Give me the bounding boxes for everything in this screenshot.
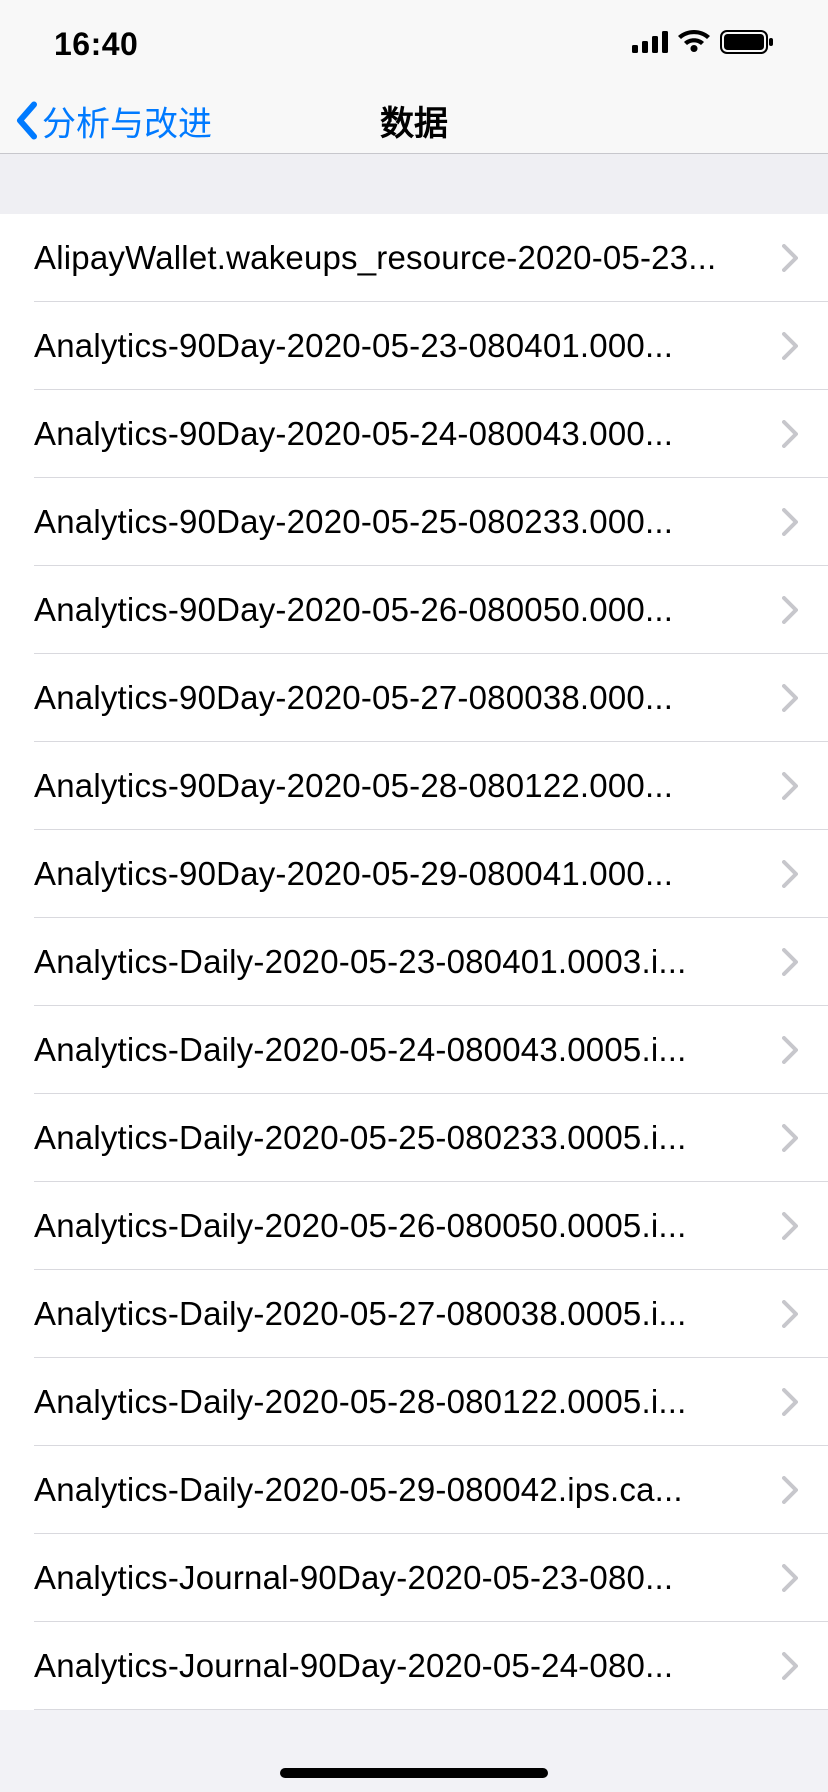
chevron-left-icon — [14, 101, 40, 141]
list-item-label: Analytics-90Day-2020-05-24-080043.000... — [34, 415, 782, 453]
list-item[interactable]: Analytics-Journal-90Day-2020-05-24-080..… — [0, 1622, 828, 1710]
list-item[interactable]: Analytics-Journal-90Day-2020-05-23-080..… — [0, 1534, 828, 1622]
data-list[interactable]: AlipayWallet.wakeups_resource-2020-05-23… — [0, 214, 828, 1710]
chevron-right-icon — [782, 332, 798, 360]
back-button[interactable]: 分析与改进 — [14, 96, 212, 145]
chevron-right-icon — [782, 772, 798, 800]
chevron-right-icon — [782, 860, 798, 888]
list-item[interactable]: Analytics-Daily-2020-05-24-080043.0005.i… — [0, 1006, 828, 1094]
list-item[interactable]: Analytics-Daily-2020-05-23-080401.0003.i… — [0, 918, 828, 1006]
list-item[interactable]: Analytics-90Day-2020-05-28-080122.000... — [0, 742, 828, 830]
list-item[interactable]: Analytics-90Day-2020-05-24-080043.000... — [0, 390, 828, 478]
wifi-icon — [678, 30, 710, 59]
list-item-label: Analytics-Journal-90Day-2020-05-24-080..… — [34, 1647, 782, 1685]
list-item-label: Analytics-Daily-2020-05-25-080233.0005.i… — [34, 1119, 782, 1157]
list-item-label: Analytics-Daily-2020-05-27-080038.0005.i… — [34, 1295, 782, 1333]
status-indicators — [632, 30, 774, 59]
chevron-right-icon — [782, 1124, 798, 1152]
list-item-label: Analytics-90Day-2020-05-23-080401.000... — [34, 327, 782, 365]
home-indicator[interactable] — [280, 1768, 548, 1778]
list-item-label: Analytics-90Day-2020-05-25-080233.000... — [34, 503, 782, 541]
chevron-right-icon — [782, 1212, 798, 1240]
list-item-label: Analytics-90Day-2020-05-29-080041.000... — [34, 855, 782, 893]
list-item-label: Analytics-90Day-2020-05-26-080050.000... — [34, 591, 782, 629]
list-item-label: Analytics-90Day-2020-05-28-080122.000... — [34, 767, 782, 805]
list-item[interactable]: Analytics-90Day-2020-05-26-080050.000... — [0, 566, 828, 654]
status-time: 16:40 — [54, 26, 138, 63]
chevron-right-icon — [782, 1564, 798, 1592]
list-item[interactable]: Analytics-Daily-2020-05-28-080122.0005.i… — [0, 1358, 828, 1446]
nav-bar: 分析与改进 数据 — [0, 88, 828, 154]
list-item-label: Analytics-Daily-2020-05-29-080042.ips.ca… — [34, 1471, 782, 1509]
list-item-label: Analytics-Daily-2020-05-24-080043.0005.i… — [34, 1031, 782, 1069]
chevron-right-icon — [782, 508, 798, 536]
list-item[interactable]: Analytics-90Day-2020-05-29-080041.000... — [0, 830, 828, 918]
chevron-right-icon — [782, 420, 798, 448]
list-item[interactable]: Analytics-Daily-2020-05-26-080050.0005.i… — [0, 1182, 828, 1270]
list-item-label: Analytics-Daily-2020-05-28-080122.0005.i… — [34, 1383, 782, 1421]
list-item[interactable]: Analytics-Daily-2020-05-25-080233.0005.i… — [0, 1094, 828, 1182]
list-item[interactable]: Analytics-Daily-2020-05-29-080042.ips.ca… — [0, 1446, 828, 1534]
list-item-label: Analytics-90Day-2020-05-27-080038.000... — [34, 679, 782, 717]
chevron-right-icon — [782, 596, 798, 624]
chevron-right-icon — [782, 684, 798, 712]
list-item-label: AlipayWallet.wakeups_resource-2020-05-23… — [34, 239, 782, 277]
list-item[interactable]: Analytics-90Day-2020-05-27-080038.000... — [0, 654, 828, 742]
chevron-right-icon — [782, 1300, 798, 1328]
status-bar: 16:40 — [0, 0, 828, 88]
list-item-label: Analytics-Daily-2020-05-26-080050.0005.i… — [34, 1207, 782, 1245]
list-item-label: Analytics-Journal-90Day-2020-05-23-080..… — [34, 1559, 782, 1597]
list-item[interactable]: Analytics-90Day-2020-05-25-080233.000... — [0, 478, 828, 566]
cellular-icon — [632, 31, 668, 58]
section-gap — [0, 154, 828, 214]
chevron-right-icon — [782, 948, 798, 976]
back-label: 分析与改进 — [42, 96, 212, 145]
battery-icon — [720, 30, 774, 59]
chevron-right-icon — [782, 1476, 798, 1504]
chevron-right-icon — [782, 244, 798, 272]
list-item[interactable]: Analytics-Daily-2020-05-27-080038.0005.i… — [0, 1270, 828, 1358]
list-item[interactable]: Analytics-90Day-2020-05-23-080401.000... — [0, 302, 828, 390]
chevron-right-icon — [782, 1036, 798, 1064]
list-item[interactable]: AlipayWallet.wakeups_resource-2020-05-23… — [0, 214, 828, 302]
chevron-right-icon — [782, 1652, 798, 1680]
chevron-right-icon — [782, 1388, 798, 1416]
list-item-label: Analytics-Daily-2020-05-23-080401.0003.i… — [34, 943, 782, 981]
